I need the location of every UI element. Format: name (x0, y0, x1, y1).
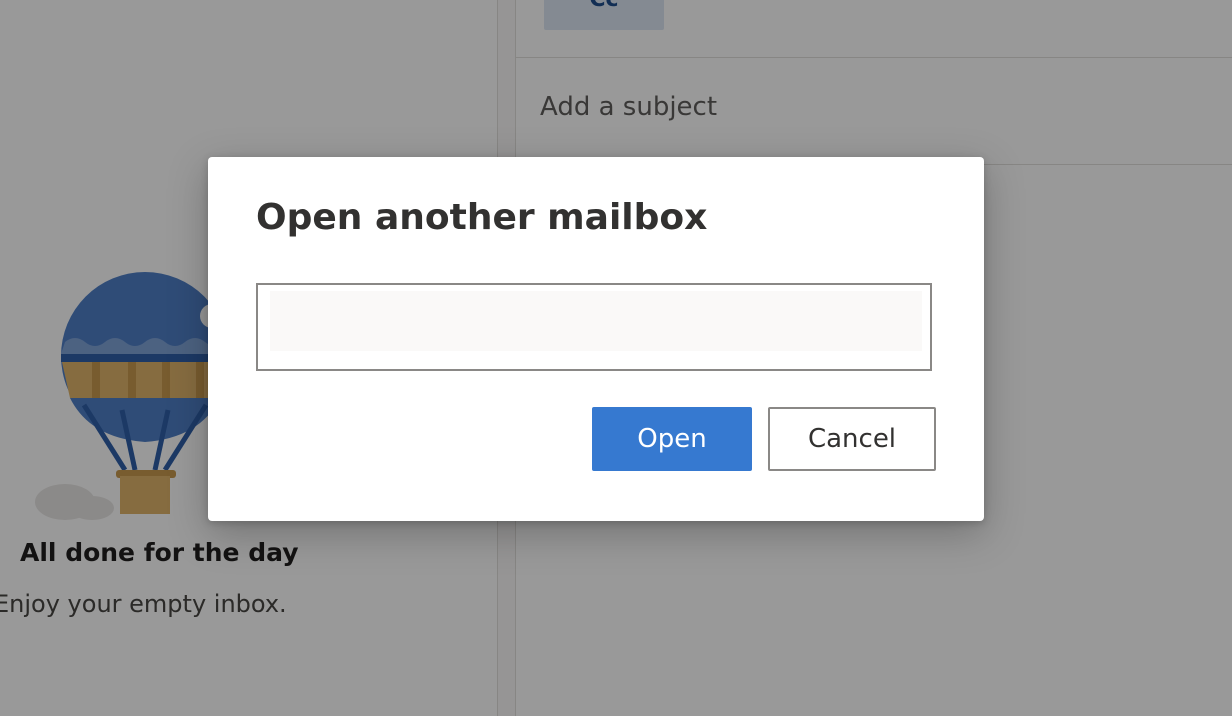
open-button[interactable]: Open (592, 407, 752, 471)
dialog-title: Open another mailbox (256, 197, 708, 238)
open-mailbox-dialog: Open another mailbox Open Cancel (208, 157, 984, 521)
mailbox-input-container (256, 283, 932, 371)
mailbox-input[interactable] (270, 291, 922, 351)
cancel-button[interactable]: Cancel (768, 407, 936, 471)
